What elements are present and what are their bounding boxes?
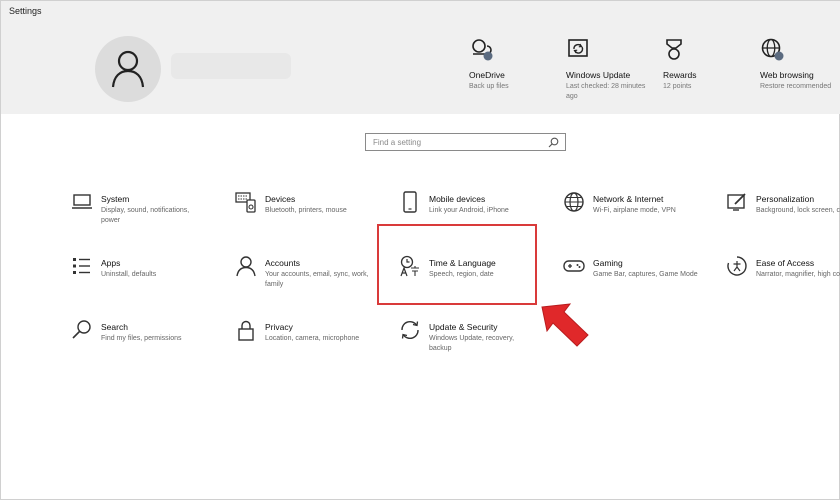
gamepad-icon	[563, 260, 585, 272]
category-search[interactable]: Search Find my files, permissions	[71, 319, 216, 367]
update-icon	[401, 320, 419, 340]
category-description: Background, lock screen, colors	[756, 207, 840, 214]
account-name-redacted	[171, 53, 291, 79]
category-description: Display, sound, notifications, power	[101, 207, 190, 224]
category-update-security[interactable]: Update & Security Windows Update, recove…	[399, 319, 544, 367]
category-description: Windows Update, recovery, backup	[429, 335, 515, 352]
category-name: Update & Security	[429, 322, 498, 332]
category-name: Search	[101, 322, 128, 332]
category-accounts[interactable]: Accounts Your accounts, email, sync, wor…	[235, 255, 380, 303]
category-description: Your accounts, email, sync, work, family	[265, 271, 369, 288]
category-devices[interactable]: Devices Bluetooth, printers, mouse	[235, 191, 380, 239]
category-description: Find my files, permissions	[101, 335, 182, 342]
category-description: Location, camera, microphone	[265, 335, 360, 342]
category-personalization[interactable]: Personalization Background, lock screen,…	[726, 191, 840, 239]
quick-link-subtitle: Restore recommended	[760, 83, 832, 90]
search-placeholder: Find a setting	[373, 138, 422, 147]
category-system[interactable]: System Display, sound, notifications, po…	[71, 191, 216, 239]
rewards-icon	[666, 39, 682, 60]
lock-icon	[238, 320, 254, 341]
cloud-icon	[472, 39, 493, 61]
settings-window: Settings OneDrive Back up files Windows …	[0, 0, 840, 500]
category-description: Narrator, magnifier, high contrast	[756, 271, 840, 278]
person-icon	[111, 50, 145, 88]
quick-link-subtitle: Last checked: 28 minutes ago	[566, 83, 646, 100]
quick-link-title: OneDrive	[469, 70, 505, 80]
category-name: Network & Internet	[593, 194, 664, 204]
search-icon	[548, 137, 559, 148]
category-description: Link your Android, iPhone	[429, 207, 509, 214]
sync-icon	[568, 39, 588, 57]
phone-icon	[403, 191, 417, 213]
keyboard-icon	[235, 192, 256, 213]
category-network-internet[interactable]: Network & Internet Wi-Fi, airplane mode,…	[563, 191, 708, 239]
apps-icon	[73, 258, 90, 274]
quick-link-subtitle: 12 points	[663, 83, 692, 90]
category-name: Apps	[101, 258, 121, 268]
globe-icon	[761, 38, 784, 61]
person-icon	[236, 256, 256, 277]
avatar[interactable]	[95, 36, 161, 102]
quick-link-subtitle: Back up files	[469, 83, 509, 90]
category-apps[interactable]: Apps Uninstall, defaults	[71, 255, 216, 303]
search-input[interactable]: Find a setting	[365, 133, 566, 151]
category-description: Bluetooth, printers, mouse	[265, 207, 347, 214]
category-privacy[interactable]: Privacy Location, camera, microphone	[235, 319, 380, 367]
category-description: Wi-Fi, airplane mode, VPN	[593, 207, 676, 214]
category-description: Uninstall, defaults	[101, 271, 157, 278]
category-ease-of-access[interactable]: Ease of Access Narrator, magnifier, high…	[726, 255, 840, 303]
quick-link-title: Rewards	[663, 70, 697, 80]
category-name: Mobile devices	[429, 194, 486, 204]
category-name: Ease of Access	[756, 258, 815, 268]
highlight-box	[377, 224, 537, 305]
pointer-arrow-icon	[541, 303, 589, 347]
paint-icon	[727, 193, 746, 211]
window-title: Settings	[9, 6, 42, 16]
category-description: Game Bar, captures, Game Mode	[593, 271, 698, 278]
category-gaming[interactable]: Gaming Game Bar, captures, Game Mode	[563, 255, 708, 303]
laptop-icon	[72, 194, 92, 209]
category-name: Privacy	[265, 322, 293, 332]
ease-of-access-icon	[727, 256, 747, 276]
title-bar: Settings	[1, 1, 840, 23]
quick-link-title: Windows Update	[566, 70, 631, 80]
category-name: Accounts	[265, 258, 300, 268]
category-name: Personalization	[756, 194, 815, 204]
globe-icon	[564, 192, 584, 212]
quick-link-title: Web browsing	[760, 70, 814, 80]
category-name: System	[101, 194, 130, 204]
category-name: Gaming	[593, 258, 623, 268]
search-icon	[72, 320, 91, 339]
category-name: Devices	[265, 194, 296, 204]
